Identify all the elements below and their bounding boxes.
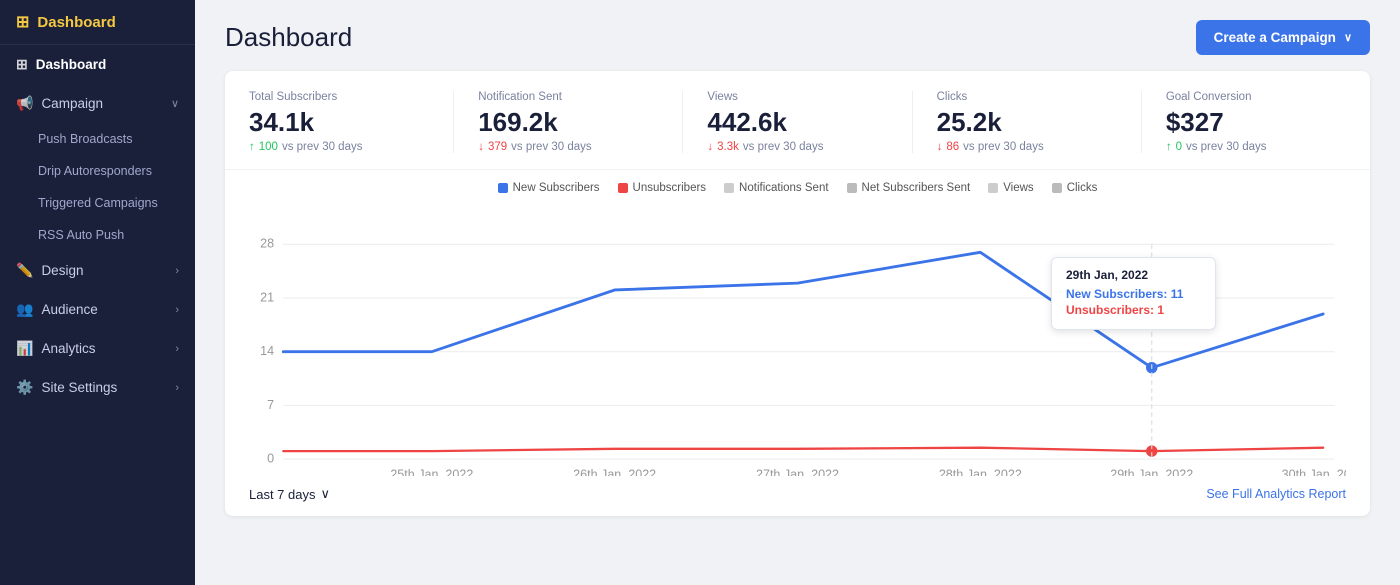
create-btn-chevron-icon: ∨ — [1344, 31, 1352, 44]
sidebar-logo-label: Dashboard — [37, 14, 115, 31]
svg-text:28th Jan, 2022: 28th Jan, 2022 — [939, 468, 1022, 477]
legend-views-dot — [988, 183, 998, 193]
sidebar-analytics-label: Analytics — [41, 341, 95, 356]
main-content: Dashboard Create a Campaign ∨ Total Subs… — [195, 0, 1400, 585]
design-chevron-icon: › — [175, 265, 179, 277]
sidebar-item-dashboard[interactable]: ⊞ Dashboard — [0, 45, 195, 84]
sidebar-campaign-label: Campaign — [41, 96, 103, 111]
svg-text:29th Jan, 2022: 29th Jan, 2022 — [1110, 468, 1193, 477]
legend-unsubscribers-dot — [618, 183, 628, 193]
legend-views: Views — [988, 182, 1033, 194]
stat-notification-sent: Notification Sent 169.2k 379 vs prev 30 … — [478, 91, 683, 153]
sidebar-item-triggered-campaigns[interactable]: Triggered Campaigns — [0, 187, 195, 219]
legend-notifications-sent: Notifications Sent — [724, 182, 829, 194]
dashboard-icon: ⊞ — [16, 56, 28, 73]
stat-views: Views 442.6k 3.3k vs prev 30 days — [707, 91, 912, 153]
sidebar-dashboard-label: Dashboard — [36, 57, 107, 72]
logo-icon: ⊞ — [16, 12, 29, 32]
chart-legend: New Subscribers Unsubscribers Notificati… — [249, 182, 1346, 194]
site-settings-chevron-icon: › — [175, 382, 179, 394]
chart-svg: 0 7 14 21 28 25th Jan, 2022 26th Jan, 20… — [249, 202, 1346, 476]
stat-clicks-down-icon — [937, 141, 943, 153]
audience-chevron-icon: › — [175, 304, 179, 316]
page-header: Dashboard Create a Campaign ∨ — [195, 0, 1400, 71]
chart-area: New Subscribers Unsubscribers Notificati… — [225, 170, 1370, 476]
legend-new-subscribers: New Subscribers — [498, 182, 600, 194]
svg-text:28: 28 — [260, 237, 274, 251]
svg-text:0: 0 — [267, 452, 274, 466]
svg-text:14: 14 — [260, 344, 274, 358]
sidebar-design-label: Design — [41, 263, 83, 278]
dashboard-card: Total Subscribers 34.1k 100 vs prev 30 d… — [225, 71, 1370, 516]
stat-change-up-icon — [249, 141, 255, 153]
sidebar-item-analytics[interactable]: 📊 Analytics › — [0, 329, 195, 368]
stat-goal-conversion: Goal Conversion $327 0 vs prev 30 days — [1166, 91, 1346, 153]
svg-text:25th Jan, 2022: 25th Jan, 2022 — [390, 468, 473, 477]
sidebar-item-rss-auto-push[interactable]: RSS Auto Push — [0, 219, 195, 251]
stat-total-subscribers: Total Subscribers 34.1k 100 vs prev 30 d… — [249, 91, 454, 153]
sidebar-item-design[interactable]: ✏️ Design › — [0, 251, 195, 290]
site-settings-icon: ⚙️ — [16, 379, 33, 396]
sidebar-item-audience[interactable]: 👥 Audience › — [0, 290, 195, 329]
audience-icon: 👥 — [16, 301, 33, 318]
legend-net-subscribers-dot — [847, 183, 857, 193]
sidebar-logo[interactable]: ⊞ Dashboard — [0, 0, 195, 45]
campaign-chevron-icon: ∨ — [171, 97, 179, 110]
stat-goal-up-icon — [1166, 141, 1172, 153]
svg-text:21: 21 — [260, 290, 274, 304]
sidebar: ⊞ Dashboard ⊞ Dashboard 📢 Campaign ∨ Pus… — [0, 0, 195, 585]
stat-views-down-icon — [707, 141, 713, 153]
stat-change-down-icon — [478, 141, 484, 153]
svg-text:26th Jan, 2022: 26th Jan, 2022 — [573, 468, 656, 477]
sidebar-site-settings-label: Site Settings — [41, 380, 117, 395]
design-icon: ✏️ — [16, 262, 33, 279]
analytics-icon: 📊 — [16, 340, 33, 357]
legend-clicks-dot — [1052, 183, 1062, 193]
svg-text:27th Jan, 2022: 27th Jan, 2022 — [756, 468, 839, 477]
analytics-chevron-icon: › — [175, 343, 179, 355]
legend-clicks: Clicks — [1052, 182, 1098, 194]
create-campaign-button[interactable]: Create a Campaign ∨ — [1196, 20, 1370, 55]
chart-svg-wrap: 0 7 14 21 28 25th Jan, 2022 26th Jan, 20… — [249, 202, 1346, 476]
sidebar-audience-label: Audience — [41, 302, 97, 317]
red-line — [283, 448, 1323, 451]
days-filter-chevron-icon: ∨ — [321, 486, 331, 502]
legend-unsubscribers: Unsubscribers — [618, 182, 707, 194]
sidebar-item-drip-autoresponders[interactable]: Drip Autoresponders — [0, 155, 195, 187]
svg-text:7: 7 — [267, 398, 274, 412]
stat-clicks: Clicks 25.2k 86 vs prev 30 days — [937, 91, 1142, 153]
legend-new-subscribers-dot — [498, 183, 508, 193]
stats-row: Total Subscribers 34.1k 100 vs prev 30 d… — [225, 71, 1370, 170]
full-analytics-link[interactable]: See Full Analytics Report — [1206, 487, 1346, 501]
svg-text:30th Jan, 2022: 30th Jan, 2022 — [1282, 468, 1346, 477]
legend-notifications-sent-dot — [724, 183, 734, 193]
blue-line — [283, 252, 1323, 367]
campaign-icon: 📢 — [16, 95, 33, 112]
sidebar-item-push-broadcasts[interactable]: Push Broadcasts — [0, 123, 195, 155]
legend-net-subscribers-sent: Net Subscribers Sent — [847, 182, 971, 194]
days-filter[interactable]: Last 7 days ∨ — [249, 486, 330, 502]
page-title: Dashboard — [225, 22, 352, 53]
sidebar-item-site-settings[interactable]: ⚙️ Site Settings › — [0, 368, 195, 407]
sidebar-item-campaign[interactable]: 📢 Campaign ∨ — [0, 84, 195, 123]
chart-bottom: Last 7 days ∨ See Full Analytics Report — [225, 476, 1370, 516]
